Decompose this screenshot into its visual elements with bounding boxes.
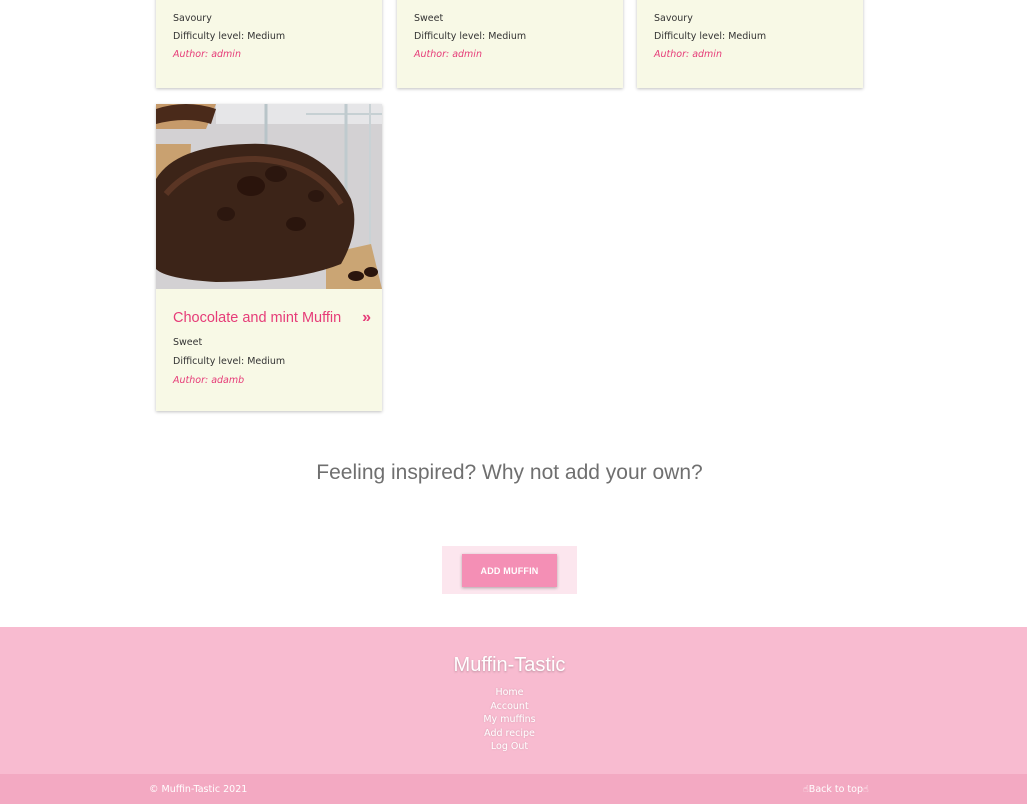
footer: Muffin-Tastic Home Account My muffins Ad… [0,627,1027,774]
copyright-text: © Muffin-Tastic 2021 [149,784,248,795]
footer-nav: Home Account My muffins Add recipe Log O… [0,686,1019,754]
add-muffin-button[interactable]: ADD MUFFIN [462,554,557,587]
card-category: Savoury [654,13,693,24]
footer-link-log-out[interactable]: Log Out [0,740,1019,754]
card-category: Sweet [173,337,203,348]
recipe-card[interactable]: Savoury Difficulty level: Medium Author:… [637,0,863,88]
card-author: Author: admin [414,49,482,60]
card-difficulty: Difficulty level: Medium [173,356,286,367]
double-chevron-right-icon[interactable]: » [362,309,371,327]
inspire-heading: Feeling inspired? Why not add your own? [316,461,703,484]
recipe-card[interactable]: Sweet Difficulty level: Medium Author: a… [397,0,623,88]
back-to-top-link[interactable]: ☝Back to top☝ [803,784,869,795]
footer-bottom-bar: © Muffin-Tastic 2021 ☝Back to top☝ [0,774,1027,804]
footer-brand[interactable]: Muffin-Tastic [0,654,1019,677]
chocolate-muffin-image [156,104,382,289]
footer-link-my-muffins[interactable]: My muffins [0,713,1019,727]
pointing-hand-icon: ☝ [863,784,869,795]
card-category: Savoury [173,13,212,24]
card-author: Author: admin [654,49,722,60]
card-difficulty: Difficulty level: Medium [173,31,286,42]
card-title-link[interactable]: Chocolate and mint Muffin » [173,309,371,327]
card-title: Chocolate and mint Muffin [173,310,342,326]
footer-link-add-recipe[interactable]: Add recipe [0,727,1019,741]
recipe-card-chocolate-mint[interactable]: Chocolate and mint Muffin » Sweet Diffic… [156,104,382,411]
footer-link-home[interactable]: Home [0,686,1019,700]
card-author: Author: admin [173,49,241,60]
card-difficulty: Difficulty level: Medium [414,31,527,42]
card-author: Author: adamb [173,375,245,386]
muffin-photo[interactable] [156,104,382,289]
footer-link-account[interactable]: Account [0,700,1019,714]
back-to-top-label: Back to top [808,784,864,795]
add-muffin-button-wrapper: ADD MUFFIN [442,546,577,594]
recipe-card[interactable]: Savoury Difficulty level: Medium Author:… [156,0,382,88]
card-category: Sweet [414,13,444,24]
card-difficulty: Difficulty level: Medium [654,31,767,42]
